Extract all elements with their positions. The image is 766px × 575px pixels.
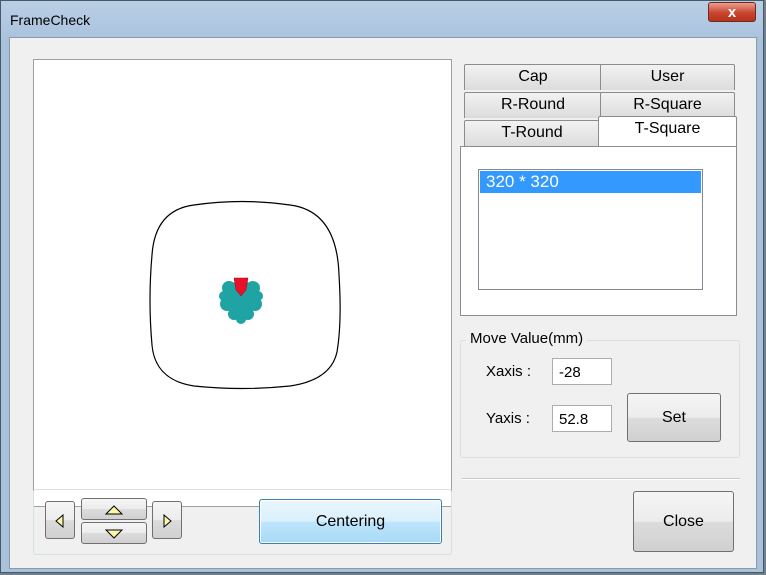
- frame-preview-drawing: [149, 200, 341, 390]
- frame-type-tabs: Cap User R-Round R-Square T-Round T-Squa…: [460, 60, 740, 150]
- triangle-right-icon: [163, 514, 172, 528]
- yaxis-input[interactable]: 52.8: [552, 405, 612, 432]
- close-button[interactable]: Close: [633, 491, 734, 552]
- framecheck-window: FrameCheck x Cap User R-Round R-Square T…: [0, 0, 764, 573]
- move-right-button[interactable]: [152, 501, 182, 539]
- yaxis-label: Yaxis :: [486, 410, 530, 427]
- centering-button[interactable]: Centering: [259, 499, 442, 544]
- tab-cap[interactable]: Cap: [464, 64, 602, 90]
- title-bar[interactable]: FrameCheck x: [1, 1, 763, 37]
- tab-t-round[interactable]: T-Round: [464, 120, 600, 146]
- tab-user[interactable]: User: [600, 64, 735, 90]
- frame-preview-canvas: [33, 59, 452, 507]
- set-button[interactable]: Set: [627, 393, 721, 442]
- jog-controls-group: Centering: [33, 489, 452, 555]
- tab-r-round[interactable]: R-Round: [464, 92, 602, 118]
- triangle-down-icon: [104, 529, 124, 539]
- move-value-title: Move Value(mm): [466, 330, 588, 347]
- window-close-button[interactable]: x: [708, 2, 756, 22]
- triangle-left-icon: [55, 514, 64, 528]
- tab-r-square[interactable]: R-Square: [600, 92, 735, 118]
- triangle-up-icon: [104, 505, 124, 515]
- tab-t-square[interactable]: T-Square: [598, 116, 737, 146]
- move-up-button[interactable]: [81, 498, 147, 520]
- move-left-button[interactable]: [45, 501, 75, 539]
- window-title: FrameCheck: [10, 12, 91, 28]
- list-item-selected[interactable]: 320 * 320: [480, 171, 701, 193]
- frame-size-list[interactable]: 320 * 320: [478, 169, 703, 290]
- separator: [462, 478, 740, 480]
- xaxis-input[interactable]: -28: [552, 358, 612, 385]
- move-down-button[interactable]: [81, 522, 147, 544]
- close-icon: x: [727, 4, 737, 21]
- dialog-client-area: Cap User R-Round R-Square T-Round T-Squa…: [9, 37, 757, 569]
- move-value-group: Move Value(mm) Xaxis : -28 Yaxis : 52.8 …: [460, 330, 740, 458]
- xaxis-label: Xaxis :: [486, 363, 532, 380]
- tab-panel-t-square: 320 * 320: [460, 146, 737, 316]
